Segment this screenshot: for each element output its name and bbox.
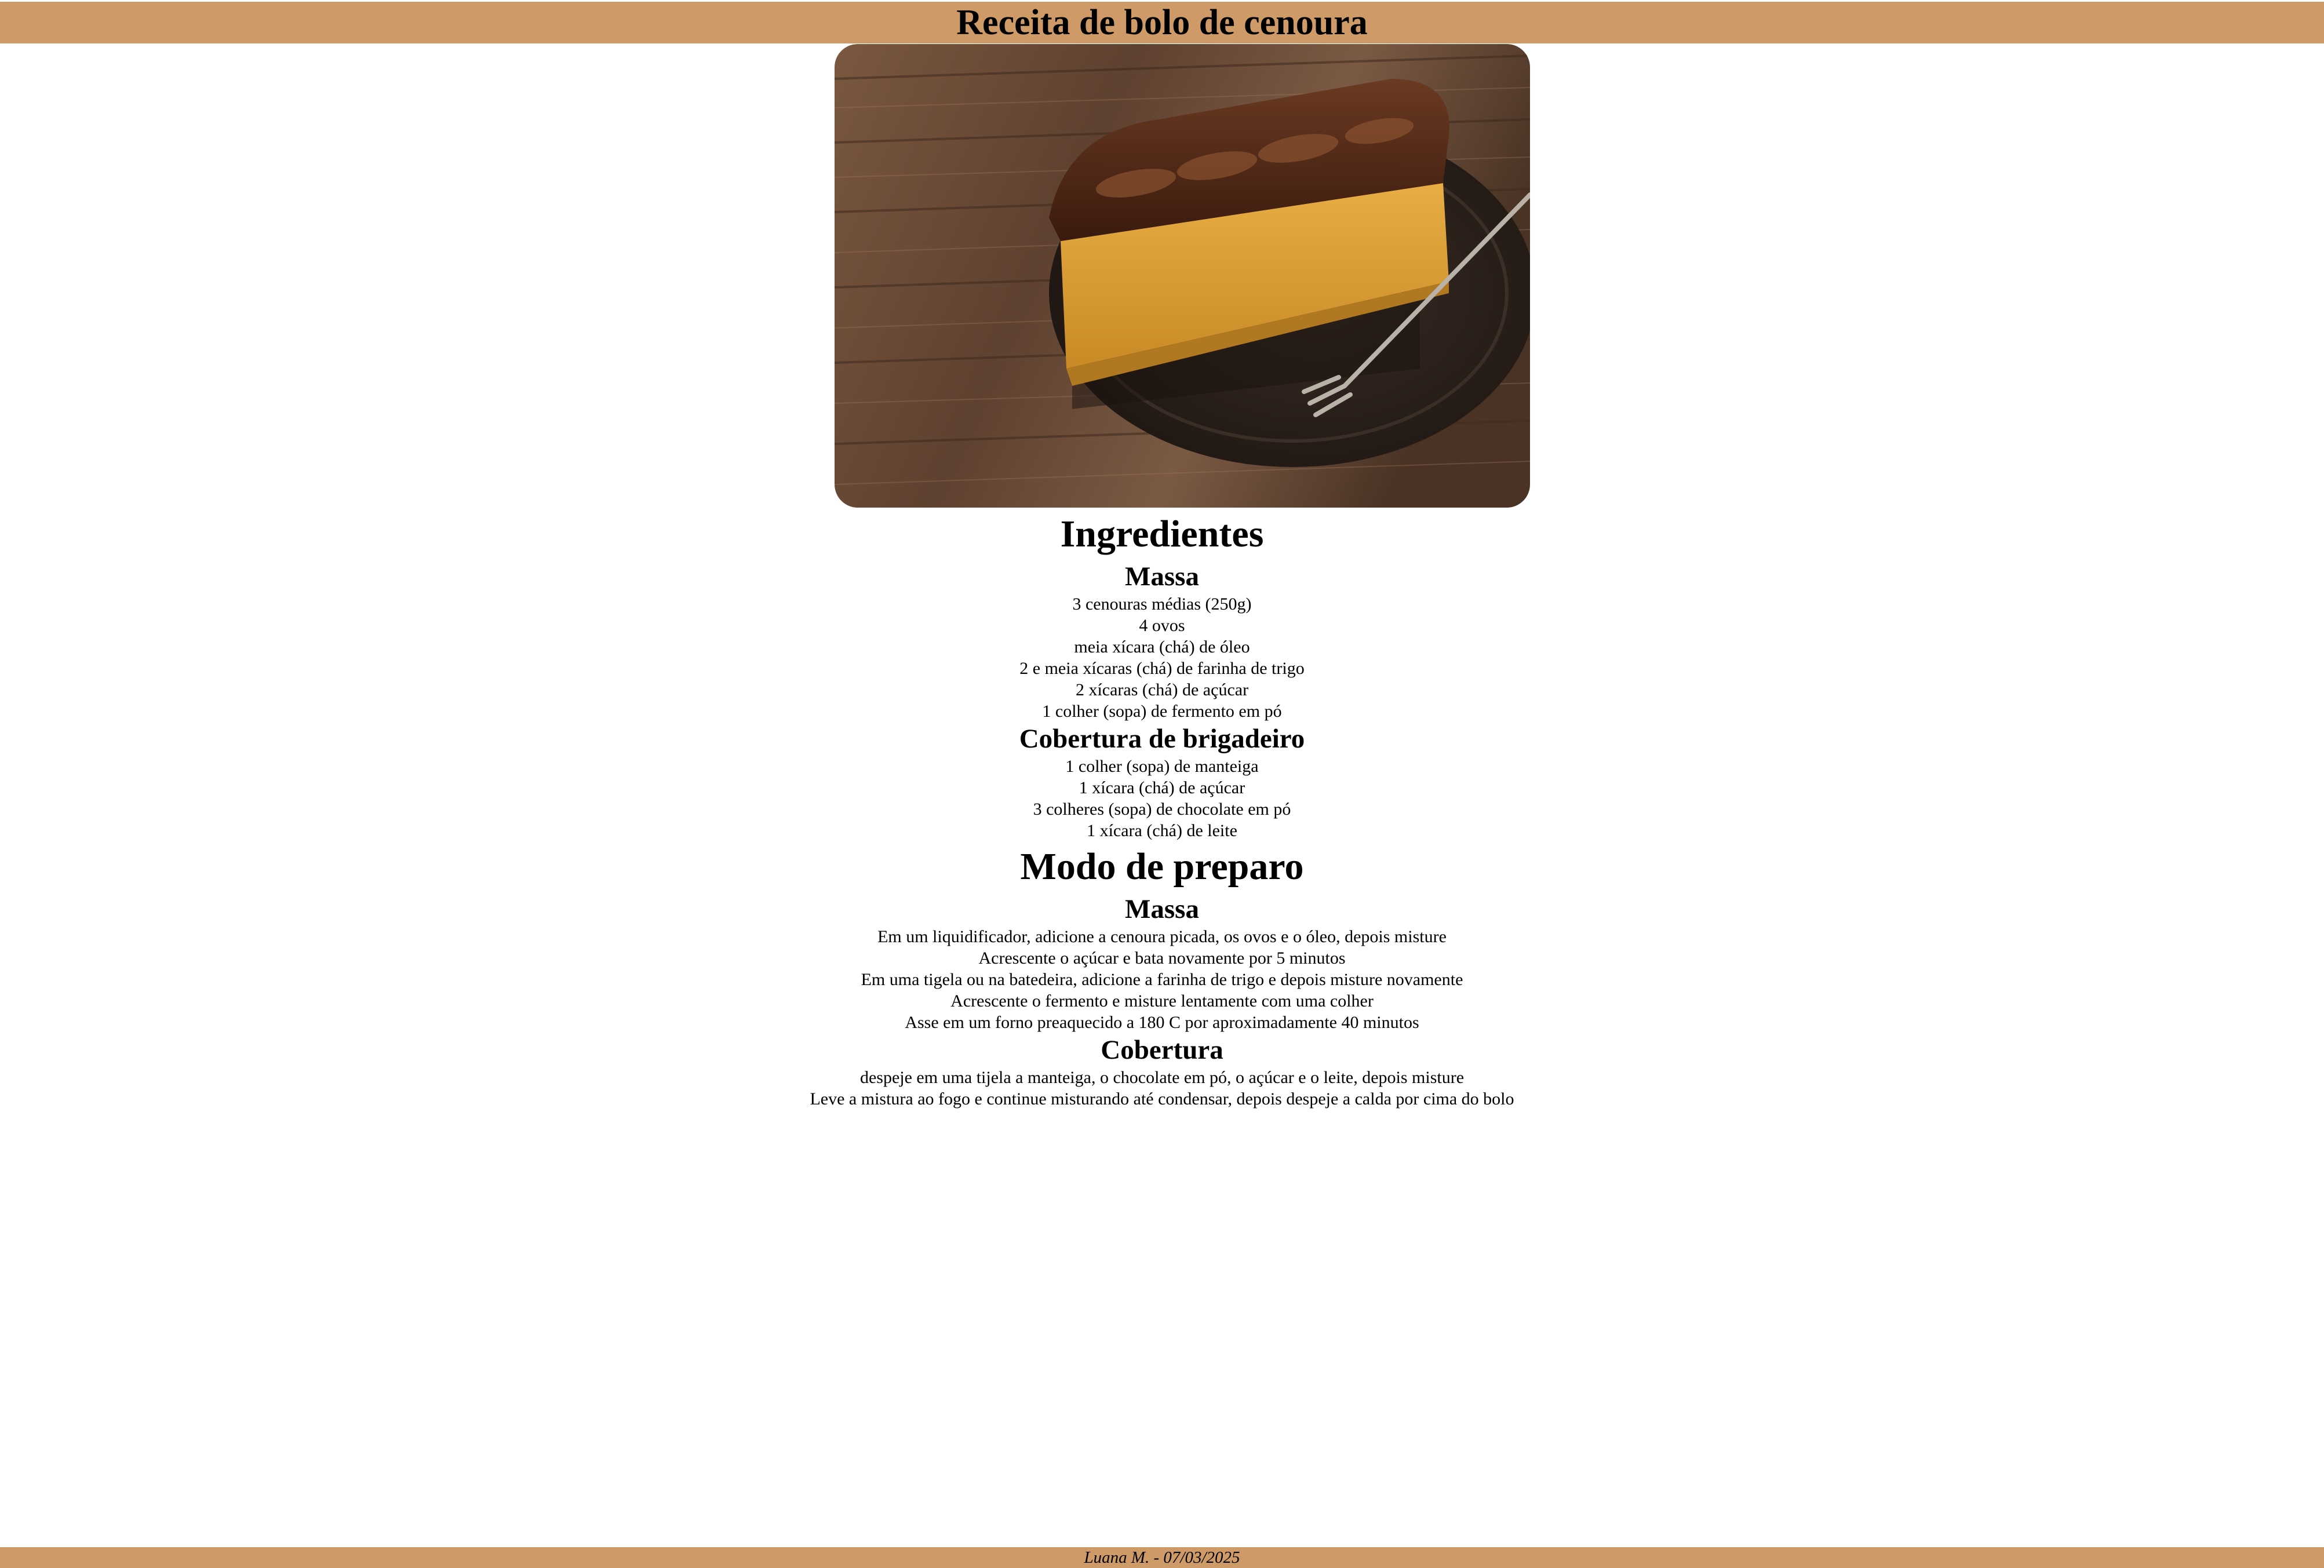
footer-author-date: Luana M. - 07/03/2025: [1084, 1548, 1240, 1567]
preparation-heading: Modo de preparo: [1020, 845, 1304, 888]
ingredients-dough-heading: Massa: [1125, 561, 1199, 592]
ingredient-item: 1 xícara (chá) de açúcar: [1079, 778, 1245, 797]
ingredient-item: 4 ovos: [1139, 616, 1185, 635]
ingredient-item: 1 colher (sopa) de manteiga: [1065, 757, 1259, 776]
cake-image-icon: [835, 44, 1530, 508]
ingredient-item: 3 colheres (sopa) de chocolate em pó: [1033, 800, 1291, 819]
carrot-cake-photo: [835, 44, 1530, 508]
preparation-step: Acrescente o fermento e misture lentamen…: [950, 991, 1374, 1011]
page-title: Receita de bolo de cenoura: [956, 3, 1368, 42]
preparation-step: Asse em um forno preaquecido a 180 C por…: [905, 1013, 1419, 1032]
preparation-step: despeje em uma tijela a manteiga, o choc…: [859, 1068, 1465, 1087]
header-bar: Receita de bolo de cenoura: [0, 2, 2324, 43]
ingredient-item: 1 xícara (chá) de leite: [1087, 821, 1237, 840]
preparation-dough-heading: Massa: [1125, 894, 1199, 924]
ingredient-item: meia xícara (chá) de óleo: [1074, 637, 1250, 657]
preparation-step: Leve a mistura ao fogo e continue mistur…: [810, 1089, 1514, 1108]
ingredient-item: 2 xícaras (chá) de açúcar: [1075, 680, 1249, 699]
footer-bar: Luana M. - 07/03/2025: [0, 1547, 2324, 1568]
ingredient-item: 1 colher (sopa) de fermento em pó: [1042, 702, 1282, 721]
ingredient-item: 3 cenouras médias (250g): [1072, 595, 1252, 614]
ingredients-topping-heading: Cobertura de brigadeiro: [1019, 724, 1305, 754]
ingredient-item: 2 e meia xícaras (chá) de farinha de tri…: [1019, 659, 1305, 678]
preparation-step: Acrescente o açúcar e bata novamente por…: [978, 949, 1346, 968]
preparation-step: Em um liquidificador, adicione a cenoura…: [877, 927, 1447, 946]
recipe-content: Ingredientes Massa 3 cenouras médias (25…: [0, 509, 2324, 1110]
preparation-topping-heading: Cobertura: [1101, 1035, 1223, 1065]
page: Receita de bolo de cenoura Ingredientes …: [0, 0, 2324, 1568]
preparation-step: Em uma tigela ou na batedeira, adicione …: [861, 970, 1463, 989]
ingredients-heading: Ingredientes: [1060, 513, 1264, 555]
